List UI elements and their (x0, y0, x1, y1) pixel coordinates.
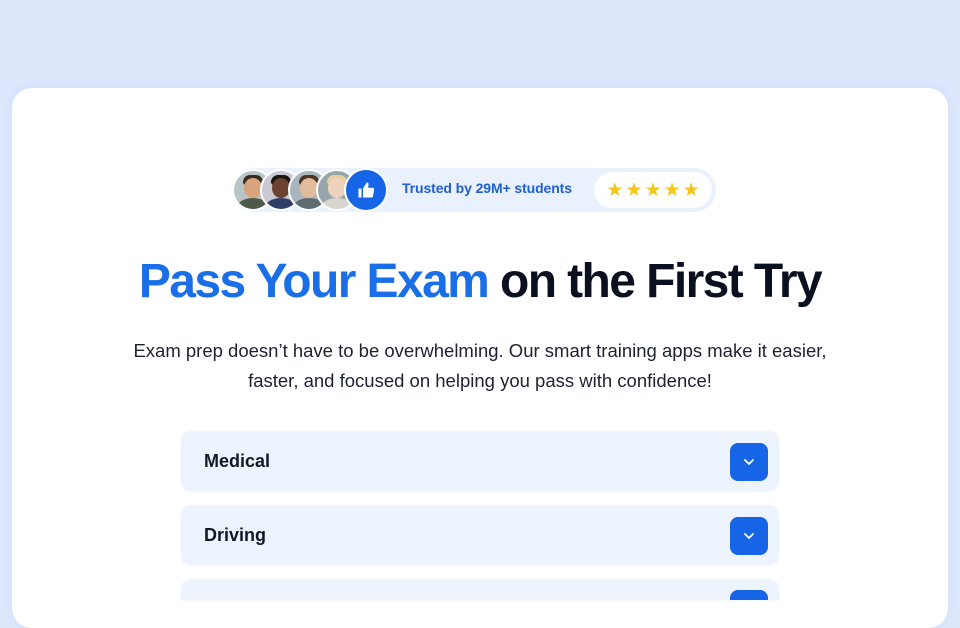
category-label: Medical (204, 451, 271, 471)
category-medical[interactable]: Medical (181, 431, 779, 491)
star-icon: ★ (663, 179, 681, 201)
star-icon: ★ (644, 179, 662, 201)
star-icon: ★ (682, 179, 700, 201)
page-title: Pass Your Exam on the First Try (0, 254, 960, 309)
chevron-down-icon (744, 459, 754, 465)
headline-accent: Pass Your Exam (138, 255, 490, 308)
thumbs-up-icon (358, 182, 375, 198)
thumbs-up-badge (344, 168, 388, 212)
star-icon: ★ (606, 179, 624, 201)
chevron-down-icon (744, 533, 754, 539)
rating-stars: ★ ★ ★ ★ ★ (594, 172, 712, 208)
category-driving[interactable]: Driving (181, 505, 779, 565)
star-icon: ★ (625, 179, 643, 201)
trust-text: Trusted by 29M+ students (402, 180, 572, 196)
expand-button[interactable] (730, 590, 768, 600)
hero-subtext: Exam prep doesn’t have to be overwhelmin… (133, 340, 827, 391)
headline-rest: on the First Try (500, 255, 823, 308)
expand-button[interactable] (730, 443, 768, 481)
category-label: Driving (204, 525, 267, 545)
category-item[interactable] (181, 579, 779, 600)
expand-button[interactable] (730, 517, 768, 555)
